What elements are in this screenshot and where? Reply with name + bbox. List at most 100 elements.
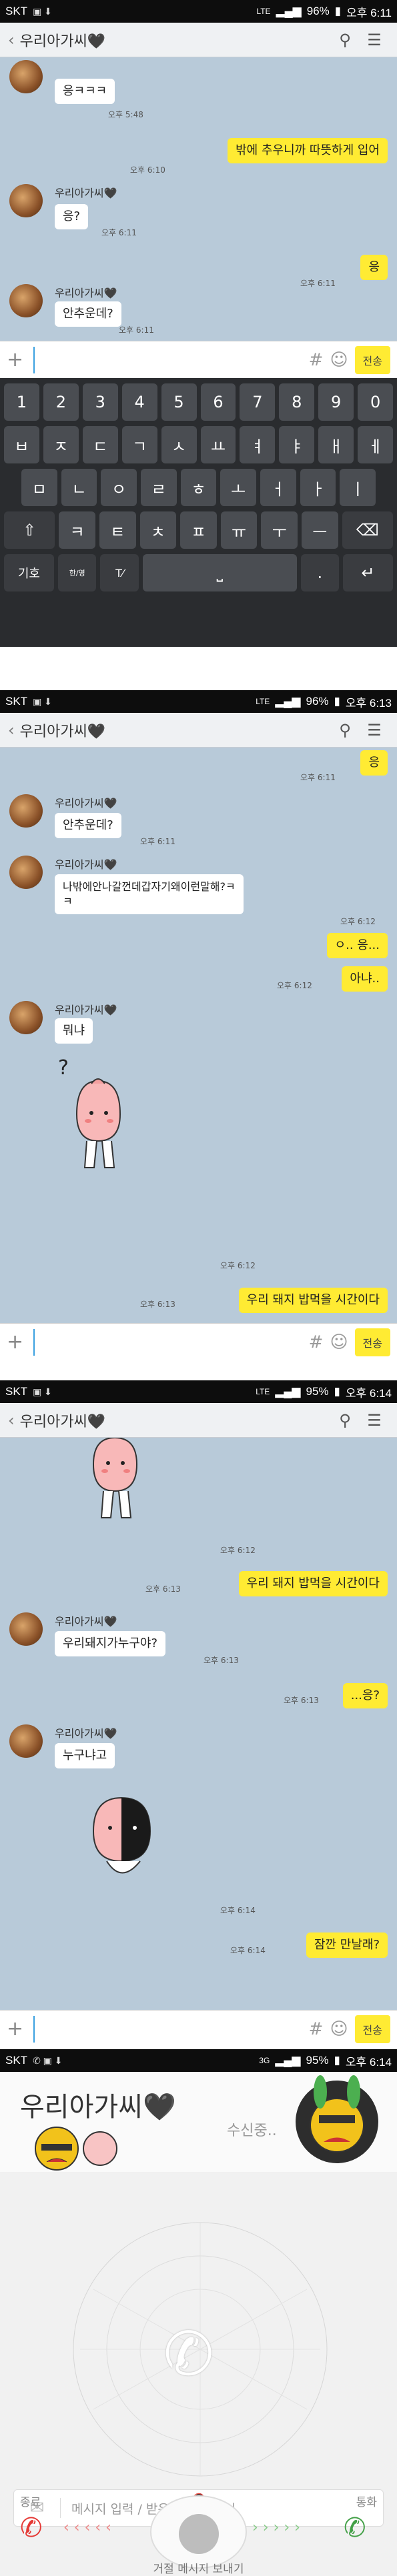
profile-photo[interactable] bbox=[287, 2072, 387, 2172]
key[interactable]: ㅜ bbox=[261, 511, 298, 549]
hashtag-icon[interactable]: # bbox=[309, 2019, 324, 2039]
search-icon[interactable]: ⚲ bbox=[330, 31, 360, 49]
avatar[interactable] bbox=[9, 1724, 43, 1758]
message-input[interactable] bbox=[33, 1328, 302, 1356]
key[interactable]: ㅋ bbox=[59, 511, 96, 549]
key[interactable]: ㄹ bbox=[141, 469, 177, 506]
language-key[interactable]: 한/영 bbox=[57, 554, 97, 591]
plus-icon[interactable]: + bbox=[7, 2017, 27, 2041]
key[interactable]: ㅏ bbox=[300, 469, 336, 506]
swipe-handle[interactable] bbox=[179, 2514, 219, 2554]
hashtag-icon[interactable]: # bbox=[309, 1332, 324, 1352]
message-list[interactable]: 응 오후 6:11 우리아가씨🖤 안추운데? 오후 6:11 우리아가씨🖤 나밖… bbox=[0, 748, 397, 1323]
message-bubble: 응 bbox=[360, 255, 388, 280]
key[interactable]: ㅡ bbox=[301, 511, 338, 549]
key[interactable]: 3 bbox=[82, 383, 118, 421]
message-time: 오후 6:11 bbox=[300, 279, 336, 288]
battery-icon: ▮ bbox=[334, 5, 342, 17]
chat-header: ‹ 우리아가씨🖤 ⚲ ☰ bbox=[0, 713, 397, 748]
key[interactable]: 0 bbox=[358, 383, 394, 421]
send-button[interactable]: 전송 bbox=[354, 345, 390, 374]
avatar[interactable] bbox=[9, 184, 43, 217]
message-time: 오후 6:14 bbox=[220, 1906, 256, 1915]
menu-icon[interactable]: ☰ bbox=[360, 721, 389, 740]
plus-icon[interactable]: + bbox=[7, 348, 27, 371]
key[interactable]: 4 bbox=[121, 383, 157, 421]
menu-icon[interactable]: ☰ bbox=[360, 1411, 389, 1430]
message-time: 오후 5:48 bbox=[108, 110, 143, 119]
key[interactable]: 7 bbox=[240, 383, 276, 421]
avatar[interactable] bbox=[9, 284, 43, 317]
key[interactable]: ㅈ bbox=[43, 426, 79, 463]
key[interactable]: ㅎ bbox=[180, 469, 217, 506]
enter-key[interactable]: ↵ bbox=[343, 554, 394, 591]
decline-arrows: ‹ ‹ ‹ ‹ ‹ bbox=[63, 2519, 111, 2536]
sender-name: 우리아가씨🖤 bbox=[55, 858, 117, 871]
avatar[interactable] bbox=[9, 794, 43, 828]
send-button[interactable]: 전송 bbox=[354, 1328, 390, 1356]
accept-call-icon[interactable]: ✆ bbox=[344, 2513, 366, 2543]
key[interactable]: 8 bbox=[279, 383, 315, 421]
reject-message-button[interactable]: 거절 메시지 보내기 bbox=[0, 2559, 397, 2576]
key[interactable]: ㅠ bbox=[220, 511, 258, 549]
emoticon-icon[interactable]: ☺ bbox=[330, 1332, 348, 1352]
accept-arrows: › › › › › bbox=[252, 2519, 300, 2536]
sender-name: 우리아가씨🖤 bbox=[55, 287, 117, 299]
handwriting-key[interactable]: T⁄ bbox=[100, 554, 139, 591]
message-bubble: 안추운데? bbox=[55, 301, 121, 327]
back-icon[interactable]: ‹ bbox=[8, 1411, 15, 1430]
emoticon-icon[interactable]: ☺ bbox=[330, 350, 348, 370]
chat-title: 우리아가씨🖤 bbox=[19, 33, 106, 50]
avatar[interactable] bbox=[9, 60, 43, 93]
key[interactable]: ㅔ bbox=[358, 426, 394, 463]
network-type: LTE bbox=[256, 7, 271, 16]
key[interactable]: ㅛ bbox=[200, 426, 236, 463]
key[interactable]: ㅅ bbox=[161, 426, 197, 463]
signal-icon: ▂▄▆ bbox=[275, 695, 301, 708]
period-key[interactable]: . bbox=[300, 554, 340, 591]
key[interactable]: ㅑ bbox=[279, 426, 315, 463]
message-list[interactable]: 오후 6:12 오후 6:13 우리 돼지 밥먹을 시간이다 우리아가씨🖤 우리… bbox=[0, 1438, 397, 2010]
menu-icon[interactable]: ☰ bbox=[360, 31, 389, 49]
key[interactable]: ㅂ bbox=[3, 426, 39, 463]
key[interactable]: ㄷ bbox=[82, 426, 118, 463]
hashtag-icon[interactable]: # bbox=[309, 350, 324, 370]
key[interactable]: ㄱ bbox=[121, 426, 157, 463]
key[interactable]: ㅊ bbox=[139, 511, 177, 549]
symbol-key[interactable]: 기호 bbox=[3, 554, 54, 591]
search-icon[interactable]: ⚲ bbox=[330, 1411, 360, 1430]
backspace-key[interactable]: ⌫ bbox=[342, 511, 393, 549]
message-input[interactable] bbox=[33, 2015, 302, 2043]
avatar[interactable] bbox=[9, 1001, 43, 1034]
back-icon[interactable]: ‹ bbox=[8, 31, 15, 49]
key[interactable]: ㄴ bbox=[61, 469, 97, 506]
send-button[interactable]: 전송 bbox=[354, 2015, 390, 2043]
key[interactable]: 9 bbox=[318, 383, 354, 421]
message-input[interactable] bbox=[33, 346, 302, 373]
shift-key[interactable]: ⇧ bbox=[4, 511, 55, 549]
key[interactable]: ㅌ bbox=[99, 511, 136, 549]
message-list[interactable]: 응ㅋㅋㅋ 오후 5:48 오후 6:10 밖에 추우니까 따뜻하게 입어 우리아… bbox=[0, 57, 397, 341]
plus-icon[interactable]: + bbox=[7, 1330, 27, 1354]
search-icon[interactable]: ⚲ bbox=[330, 721, 360, 740]
key[interactable]: 6 bbox=[200, 383, 236, 421]
back-icon[interactable]: ‹ bbox=[8, 721, 15, 740]
key[interactable]: ㅇ bbox=[101, 469, 137, 506]
message-time: 오후 6:12 bbox=[220, 1546, 256, 1555]
space-key[interactable]: ⎵ bbox=[143, 554, 297, 591]
key[interactable]: ㅕ bbox=[240, 426, 276, 463]
key[interactable]: ㅗ bbox=[220, 469, 257, 506]
key[interactable]: ㅁ bbox=[21, 469, 57, 506]
key[interactable]: 5 bbox=[161, 383, 197, 421]
key[interactable]: 1 bbox=[3, 383, 39, 421]
sender-name: 우리아가씨🖤 bbox=[55, 1615, 117, 1628]
decline-call-icon[interactable]: ✆ bbox=[20, 2513, 43, 2543]
emoticon-icon[interactable]: ☺ bbox=[330, 2019, 348, 2039]
key[interactable]: ㅣ bbox=[340, 469, 376, 506]
avatar[interactable] bbox=[9, 856, 43, 889]
key[interactable]: 2 bbox=[43, 383, 79, 421]
key[interactable]: ㅍ bbox=[180, 511, 217, 549]
key[interactable]: ㅓ bbox=[260, 469, 296, 506]
avatar[interactable] bbox=[9, 1612, 43, 1646]
key[interactable]: ㅐ bbox=[318, 426, 354, 463]
